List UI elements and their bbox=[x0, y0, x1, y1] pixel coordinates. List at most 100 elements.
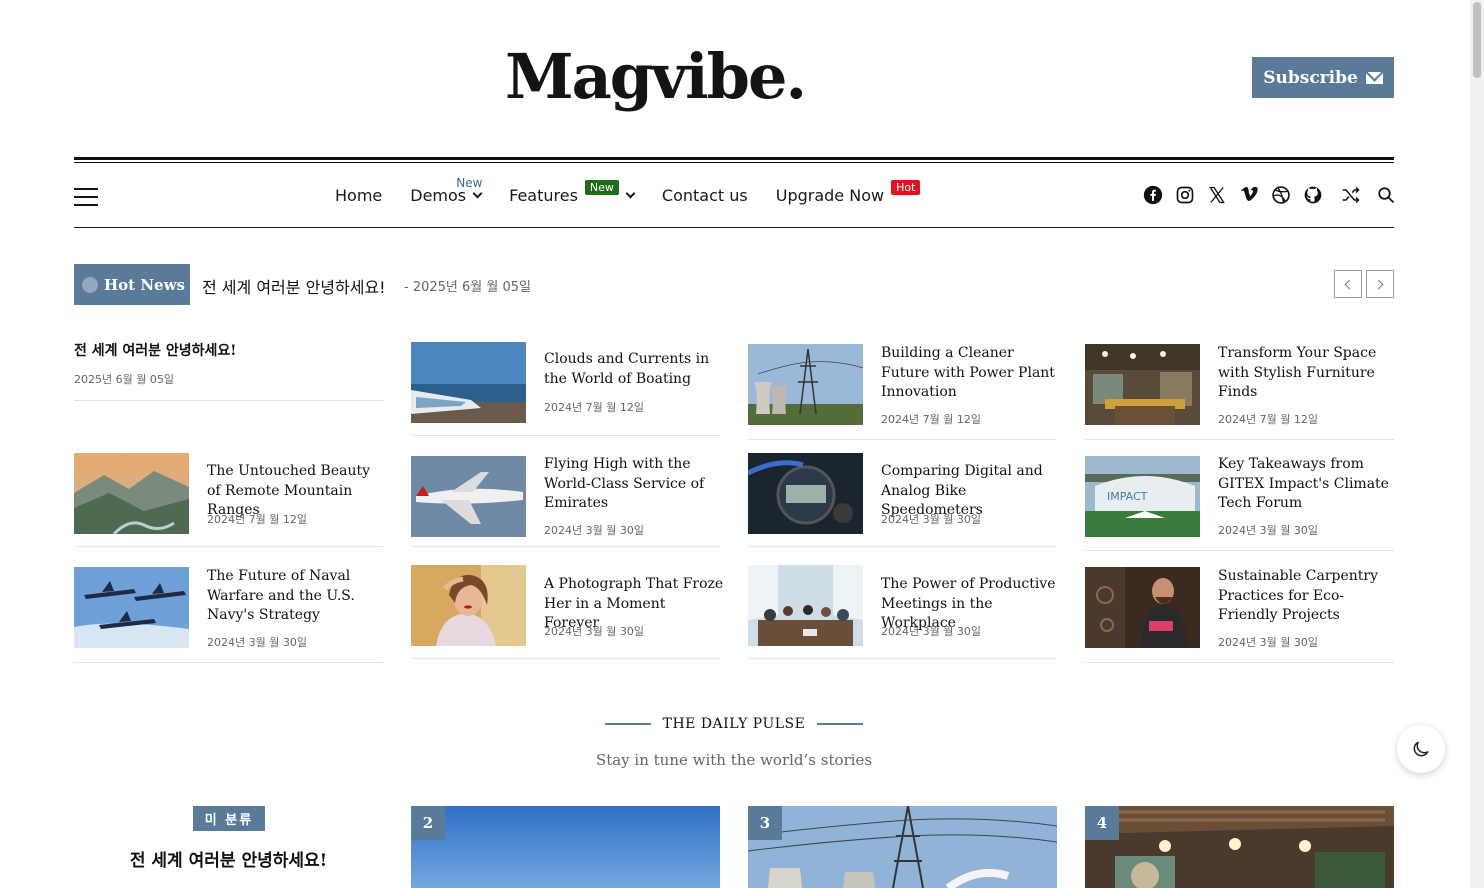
scrollbar-thumb[interactable] bbox=[1473, 2, 1481, 78]
article-title[interactable]: Clouds and Currents in the World of Boat… bbox=[544, 350, 724, 389]
heading-line-right bbox=[817, 723, 864, 725]
article-title[interactable]: Transform Your Space with Stylish Furnit… bbox=[1218, 344, 1398, 403]
social-links bbox=[1143, 185, 1361, 205]
article-date: 2025년 6월 월 05일 bbox=[74, 373, 174, 386]
article-card[interactable]: Sustainable Carpentry Practices for Eco-… bbox=[1085, 566, 1394, 663]
search-icon[interactable] bbox=[1377, 186, 1395, 204]
nav-label: Features bbox=[509, 186, 578, 205]
article-thumbnail[interactable] bbox=[411, 456, 526, 537]
nav-label: Home bbox=[335, 186, 383, 205]
article-date: 2024년 3월 월 30일 bbox=[207, 636, 307, 649]
rank-number: 4 bbox=[1085, 806, 1119, 840]
ticker-prev-button[interactable] bbox=[1334, 270, 1362, 298]
rank-number: 3 bbox=[748, 806, 782, 840]
article-thumbnail[interactable]: IMPACT bbox=[1085, 456, 1200, 537]
article-thumbnail[interactable] bbox=[74, 453, 189, 534]
section-subtitle: Stay in tune with the world’s stories bbox=[595, 751, 873, 769]
article-title[interactable]: The Future of Naval Warfare and the U.S.… bbox=[207, 567, 387, 626]
featured-card[interactable]: 2 bbox=[411, 806, 720, 888]
chevron-right-icon bbox=[1373, 279, 1384, 289]
article-thumbnail[interactable] bbox=[1085, 567, 1200, 648]
subscribe-label: Subscribe bbox=[1263, 67, 1358, 88]
nav-label: Contact us bbox=[661, 186, 748, 205]
hot-news-text: Hot News bbox=[104, 275, 185, 294]
article-card[interactable]: Transform Your Space with Stylish Furnit… bbox=[1085, 342, 1394, 440]
new-label: New bbox=[456, 176, 483, 190]
article-card[interactable]: Flying High with the World-Class Service… bbox=[411, 453, 720, 547]
article-thumbnail[interactable] bbox=[748, 344, 863, 425]
article-card[interactable]: Clouds and Currents in the World of Boat… bbox=[411, 342, 720, 436]
nav-item-home[interactable]: Home bbox=[335, 186, 382, 218]
main-menu: Home New Demos Features New Contact us U… bbox=[335, 172, 921, 218]
chevron-down-icon bbox=[472, 188, 483, 199]
site-logo[interactable]: Magvibe. bbox=[505, 36, 807, 116]
article-card[interactable]: The Future of Naval Warfare and the U.S.… bbox=[74, 566, 383, 663]
x-icon[interactable] bbox=[1207, 185, 1227, 205]
featured-thumbnail[interactable] bbox=[748, 806, 1057, 888]
article-date: 2024년 3월 월 30일 bbox=[544, 625, 644, 638]
facebook-icon[interactable] bbox=[1143, 185, 1163, 205]
nav-item-upgrade[interactable]: Upgrade Now Hot bbox=[775, 180, 921, 218]
ticker-date: - 2025년 6월 월 05일 bbox=[404, 280, 531, 295]
article-card[interactable]: A Photograph That Froze Her in a Moment … bbox=[411, 565, 723, 659]
article-title[interactable]: Key Takeaways from GITEX Impact's Climat… bbox=[1218, 455, 1398, 514]
dark-mode-toggle[interactable] bbox=[1397, 725, 1445, 773]
chevron-left-icon bbox=[1344, 279, 1355, 289]
article-card[interactable]: 전 세계 여러분 안녕하세요! 2025년 6월 월 05일 bbox=[74, 342, 383, 401]
hot-badge: Hot bbox=[891, 180, 921, 195]
nav-top-border bbox=[74, 157, 1394, 163]
article-title[interactable]: Sustainable Carpentry Practices for Eco-… bbox=[1218, 567, 1398, 626]
article-card[interactable]: IMPACT Key Takeaways from GITEX Impact's… bbox=[1085, 453, 1394, 551]
article-card[interactable]: Comparing Digital and Analog Bike Speedo… bbox=[748, 453, 1057, 547]
subscribe-button[interactable]: Subscribe bbox=[1252, 57, 1394, 98]
article-date: 2024년 3월 월 30일 bbox=[881, 625, 981, 638]
article-card[interactable]: The Untouched Beauty of Remote Mountain … bbox=[74, 453, 383, 547]
github-icon[interactable] bbox=[1303, 185, 1323, 205]
dribbble-icon[interactable] bbox=[1271, 185, 1291, 205]
new-badge: New bbox=[584, 180, 619, 195]
article-card[interactable]: Building a Cleaner Future with Power Pla… bbox=[748, 342, 1057, 440]
category-badge[interactable]: 미 분류 bbox=[193, 806, 265, 831]
article-thumbnail[interactable] bbox=[74, 567, 189, 648]
article-thumbnail[interactable] bbox=[411, 342, 526, 423]
article-date: 2024년 7월 월 12일 bbox=[207, 513, 307, 526]
section-title: THE DAILY PULSE bbox=[662, 716, 806, 732]
article-date: 2024년 3월 월 30일 bbox=[1218, 636, 1318, 649]
ticker-headline[interactable]: 전 세계 여러분 안녕하세요! bbox=[202, 274, 386, 298]
nav-bottom-border bbox=[74, 227, 1394, 228]
pulse-dot-icon bbox=[82, 276, 98, 293]
article-thumbnail[interactable] bbox=[748, 565, 863, 646]
heading-line-left bbox=[604, 723, 651, 725]
article-date: 2024년 3월 월 30일 bbox=[544, 524, 644, 537]
mail-icon bbox=[1365, 71, 1383, 84]
featured-card[interactable]: 3 bbox=[748, 806, 1057, 888]
section-heading: THE DAILY PULSE bbox=[74, 716, 1394, 732]
shuffle-icon[interactable] bbox=[1341, 185, 1361, 205]
nav-item-contact[interactable]: Contact us bbox=[662, 186, 748, 218]
instagram-icon[interactable] bbox=[1175, 185, 1195, 205]
article-title[interactable]: Flying High with the World-Class Service… bbox=[544, 455, 724, 514]
hamburger-menu-icon[interactable] bbox=[74, 188, 98, 206]
article-title[interactable]: Building a Cleaner Future with Power Pla… bbox=[881, 344, 1061, 403]
rank-number: 2 bbox=[411, 806, 445, 840]
nav-item-features[interactable]: Features New bbox=[509, 180, 636, 218]
article-thumbnail[interactable] bbox=[411, 565, 526, 646]
nav-item-demos[interactable]: New Demos bbox=[410, 176, 483, 218]
scrollbar[interactable] bbox=[1470, 0, 1484, 888]
featured-card[interactable]: 4 bbox=[1085, 806, 1394, 888]
nav-label: Upgrade Now bbox=[775, 186, 885, 205]
article-thumbnail[interactable] bbox=[1085, 344, 1200, 425]
featured-thumbnail[interactable] bbox=[1085, 806, 1394, 888]
article-date: 2024년 7월 월 12일 bbox=[544, 401, 644, 414]
article-card[interactable]: The Power of Productive Meetings in the … bbox=[748, 565, 1057, 659]
article-title[interactable]: 전 세계 여러분 안녕하세요! bbox=[74, 342, 374, 362]
featured-thumbnail[interactable] bbox=[411, 806, 720, 888]
article-date: 2024년 7월 월 12일 bbox=[881, 413, 981, 426]
moon-icon bbox=[1413, 741, 1429, 757]
featured-title[interactable]: 전 세계 여러분 안녕하세요! bbox=[74, 846, 383, 871]
ticker-next-button[interactable] bbox=[1366, 270, 1394, 298]
vimeo-icon[interactable] bbox=[1239, 185, 1259, 205]
article-date: 2024년 3월 월 30일 bbox=[1218, 524, 1318, 537]
article-thumbnail[interactable] bbox=[748, 453, 863, 534]
chevron-down-icon bbox=[625, 188, 636, 199]
